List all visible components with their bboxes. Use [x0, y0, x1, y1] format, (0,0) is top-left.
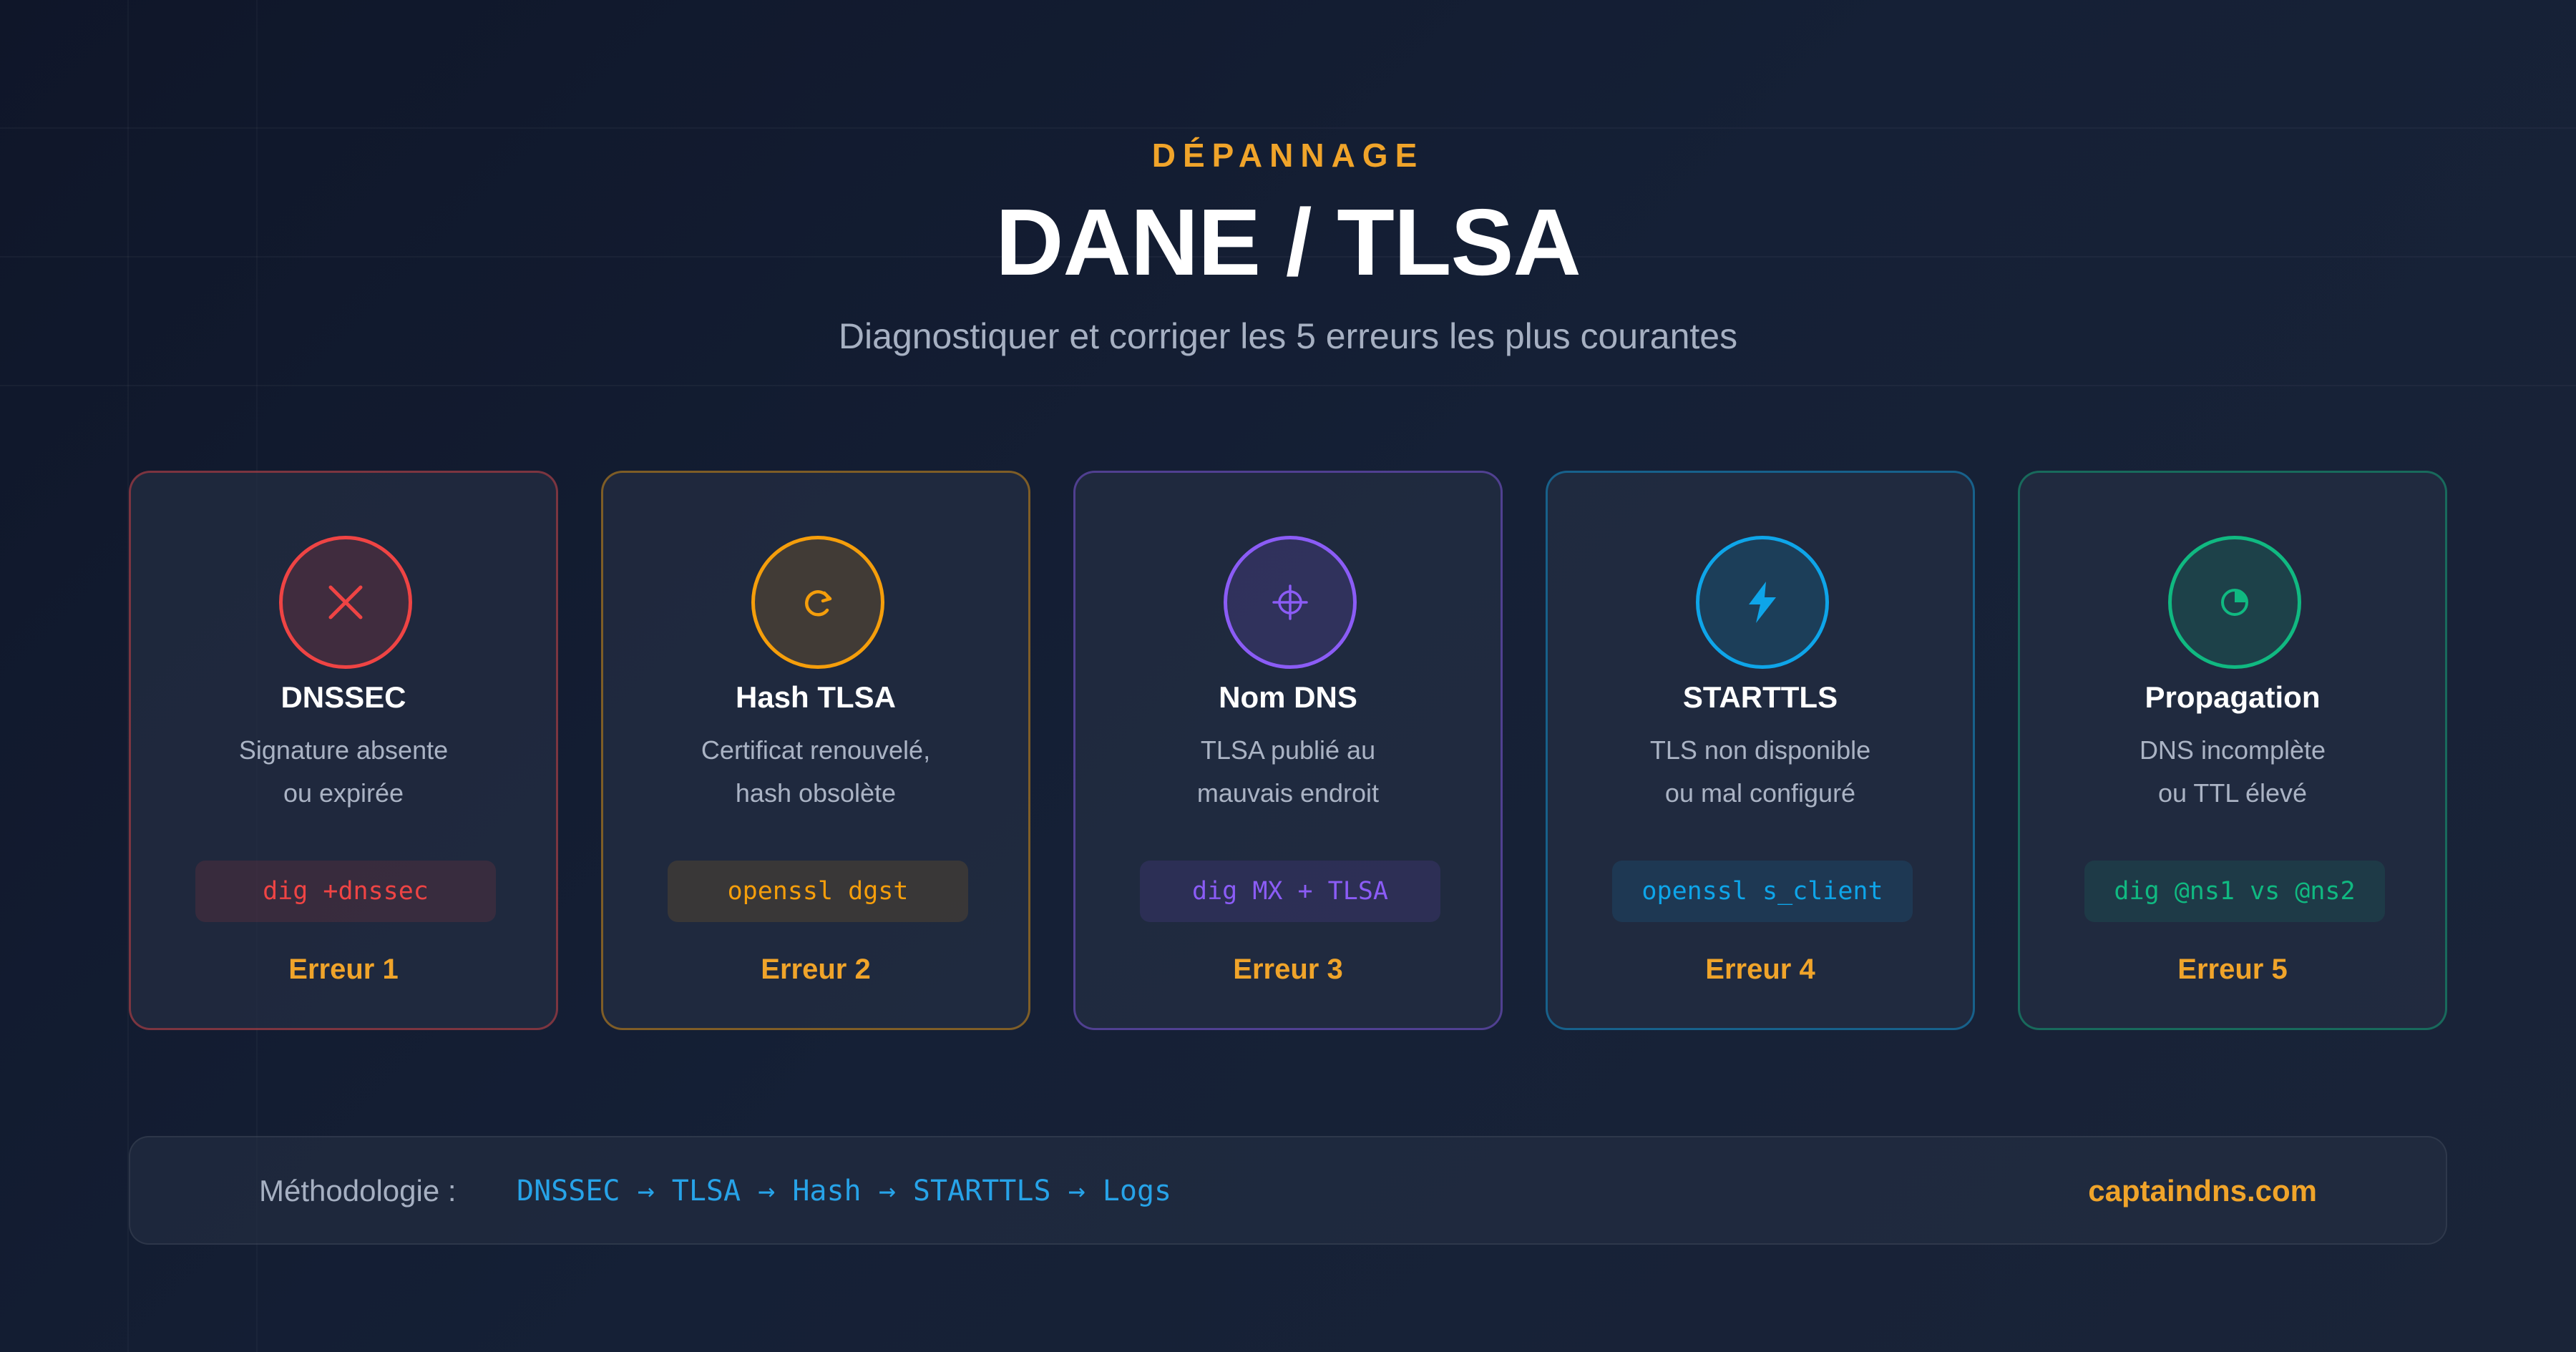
- card-description-line: ou mal configuré: [1664, 778, 1856, 808]
- card-starttls: STARTTLS TLS non disponible ou mal confi…: [1546, 471, 1975, 1030]
- command-badge: dig +dnssec: [195, 861, 496, 922]
- error-label: Erreur 1: [288, 954, 399, 985]
- eyebrow-label: DÉPANNAGE: [1151, 137, 1425, 174]
- crosshair-icon: [1224, 536, 1357, 669]
- methodology-bar: Méthodologie : DNSSEC → TLSA → Hash → ST…: [129, 1136, 2447, 1245]
- command-badge: openssl s_client: [1612, 861, 1913, 922]
- lightning-icon: [1696, 536, 1829, 669]
- card-description-line: hash obsolète: [735, 778, 897, 808]
- card-description: TLSA publié au mauvais endroit: [1097, 729, 1479, 815]
- card-description-line: ou TTL élevé: [2157, 778, 2308, 808]
- card-title: Hash TLSA: [735, 680, 897, 714]
- refresh-icon: [751, 536, 884, 669]
- card-title: DNSSEC: [280, 680, 406, 714]
- card-description: DNS incomplète ou TTL élevé: [2041, 729, 2424, 815]
- card-description-line: ou expirée: [283, 778, 404, 808]
- card-title: Nom DNS: [1219, 680, 1357, 714]
- card-description-line: TLS non disponible: [1649, 735, 1871, 765]
- error-label: Erreur 3: [1233, 954, 1343, 985]
- command-badge: openssl dgst: [668, 861, 968, 922]
- error-label: Erreur 4: [1705, 954, 1815, 985]
- clock-icon: [2168, 536, 2301, 669]
- card-propagation: Propagation DNS incomplète ou TTL élevé …: [2018, 471, 2447, 1030]
- error-label: Erreur 2: [761, 954, 871, 985]
- command-badge: dig MX + TLSA: [1140, 861, 1440, 922]
- command-badge: dig @ns1 vs @ns2: [2084, 861, 2385, 922]
- x-icon: [279, 536, 412, 669]
- header: DÉPANNAGE DANE / TLSA Diagnostiquer et c…: [0, 136, 2576, 357]
- card-description: TLS non disponible ou mal configuré: [1569, 729, 1951, 815]
- card-title: Propagation: [2145, 680, 2321, 714]
- error-label: Erreur 5: [2177, 954, 2288, 985]
- card-description: Signature absente ou expirée: [152, 729, 535, 815]
- card-description: Certificat renouvelé, hash obsolète: [625, 729, 1007, 815]
- card-description-line: TLSA publié au: [1200, 735, 1376, 765]
- card-hash-tlsa: Hash TLSA Certificat renouvelé, hash obs…: [601, 471, 1030, 1030]
- card-title: STARTTLS: [1682, 680, 1838, 714]
- methodology-flow: DNSSEC → TLSA → Hash → STARTTLS → Logs: [517, 1175, 1172, 1208]
- site-link[interactable]: captaindns.com: [2088, 1137, 2317, 1245]
- error-cards: DNSSEC Signature absente ou expirée dig …: [129, 471, 2447, 1030]
- card-description-line: Signature absente: [238, 735, 449, 765]
- methodology-label: Méthodologie :: [259, 1174, 457, 1208]
- page-subtitle: Diagnostiquer et corriger les 5 erreurs …: [838, 316, 1738, 357]
- card-dnssec: DNSSEC Signature absente ou expirée dig …: [129, 471, 558, 1030]
- card-description-line: DNS incomplète: [2139, 735, 2326, 765]
- card-nom-dns: Nom DNS TLSA publié au mauvais endroit d…: [1073, 471, 1503, 1030]
- card-description-line: Certificat renouvelé,: [701, 735, 931, 765]
- page-title: DANE / TLSA: [995, 190, 1581, 295]
- card-description-line: mauvais endroit: [1196, 778, 1380, 808]
